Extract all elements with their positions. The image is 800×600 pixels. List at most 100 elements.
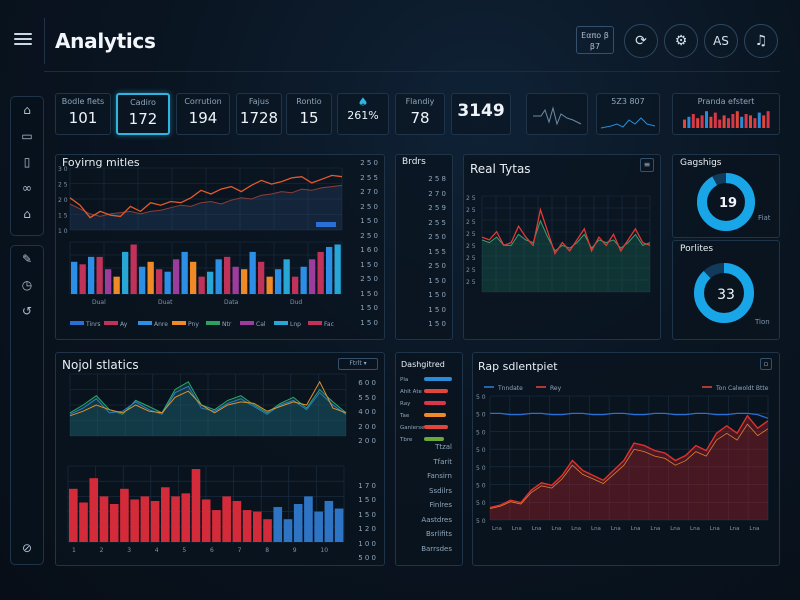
kpi-label: Rontio (296, 97, 322, 106)
kpi-card-2[interactable]: Cadiro 172 (116, 93, 170, 135)
menu-icon[interactable] (14, 33, 32, 45)
legend-swatch (70, 321, 84, 325)
bar (105, 269, 112, 294)
kpi-mini-bar (718, 119, 722, 128)
legend-label: Lnp (290, 321, 301, 328)
refresh-icon[interactable]: ⟳ (624, 24, 658, 58)
bookmark-icon[interactable]: ⌂ (11, 201, 43, 227)
kpi-sparkline-1[interactable] (526, 93, 588, 135)
kpi-mini-bar (757, 112, 761, 128)
bar (258, 261, 265, 294)
bar (232, 500, 242, 542)
bar (161, 487, 170, 542)
avatar[interactable]: AS (704, 24, 738, 58)
bar (181, 251, 188, 294)
kpi-card-8[interactable]: 3149 (451, 93, 511, 135)
kpi-card-4[interactable]: Fajus 1728 (236, 93, 282, 135)
chart-bottom-left-bars: 1 2 3 4 5 6 7 8 9 10 (67, 465, 345, 554)
settings-gear-icon[interactable]: ⚙ (664, 24, 698, 58)
bar (130, 244, 137, 294)
x-tick: 6 (210, 547, 214, 554)
legend-swatch (206, 321, 220, 325)
kpi-mini-bar (753, 118, 757, 128)
kpi-card-1[interactable]: Bodle flets 101 (55, 93, 111, 135)
kpi-bars[interactable]: Pranda efstert (672, 93, 780, 135)
bottom-left-filter-button[interactable]: Ftrlt ▾ (338, 358, 378, 370)
bar (253, 511, 262, 542)
legend-label: Ntr (222, 321, 232, 328)
kpi-card-3[interactable]: Corrution 194 (176, 93, 230, 135)
x-tick: Lna (591, 526, 601, 532)
link-icon[interactable]: ∞ (11, 175, 43, 201)
real-time-menu-icon[interactable]: ≡ (640, 158, 654, 172)
chart-icon[interactable]: ↺ (11, 298, 43, 324)
hbar (424, 401, 446, 405)
bar (164, 271, 171, 294)
x-tick: Dual (92, 299, 106, 306)
bar (96, 256, 103, 294)
bar (273, 507, 283, 542)
kpi-mini-bar (740, 116, 744, 128)
bar (181, 493, 191, 542)
bar (242, 510, 252, 542)
kpi-card-5[interactable]: Rontio 15 (286, 93, 332, 135)
legend-label: Rey (550, 385, 562, 392)
y-tick: 5 0 (476, 429, 486, 436)
hbar (424, 377, 452, 381)
panel-bottom-middle-title: Dashgitred (401, 360, 445, 369)
bar (309, 259, 316, 294)
kpi-mini-bar (696, 118, 700, 128)
bar (139, 266, 146, 294)
headphones-icon[interactable]: ♫ (744, 24, 778, 58)
panel-bottom-right-title: Rap sdlentpiet (478, 360, 558, 373)
panel-bottom-left-title: Nojol stlatics (62, 358, 139, 372)
x-tick: Lna (730, 526, 740, 532)
chart-bottom-middle-hbars: PlaAhlt AteRayTaeGanlerseTbre (399, 377, 452, 443)
logout-icon[interactable]: ⊘ (11, 535, 43, 561)
x-tick: 8 (265, 547, 269, 554)
top-middle-values: 2 5 82 7 02 5 92 5 52 5 01 5 52 5 01 5 0… (428, 175, 446, 328)
panel-real-time-title: Real Tytas (470, 162, 531, 176)
legend-swatch (104, 321, 118, 325)
kpi-label: Flandiy (405, 97, 435, 106)
home-icon[interactable]: ⌂ (11, 97, 43, 123)
kpi-value: 172 (128, 110, 158, 128)
x-tick: Lna (571, 526, 581, 532)
y-tick: 2 5 (466, 195, 476, 202)
sparkline-1 (533, 106, 582, 126)
edit-icon[interactable]: ✎ (11, 246, 43, 272)
chart-top-left-line: 3 0 2 5 2 0 1 5 1 0 (58, 166, 343, 235)
folder-icon[interactable]: ▭ (11, 123, 43, 149)
kpi-card-6[interactable]: ♠ 261% (337, 93, 389, 135)
kpi-sparkline-2[interactable]: 5Z3 807 (596, 93, 660, 135)
bar (324, 500, 334, 542)
y-tick: 5 0 (476, 483, 486, 490)
x-tick: Lna (631, 526, 641, 532)
x-tick: 2 (100, 547, 104, 554)
clock-icon[interactable]: ◷ (11, 272, 43, 298)
bottom-right-menu-icon[interactable]: ▫ (760, 358, 772, 370)
y-tick: 2 5 (58, 182, 68, 189)
y-tick: 2 5 (466, 207, 476, 214)
x-tick: Lna (690, 526, 700, 532)
bar (222, 496, 231, 542)
document-icon[interactable]: ▯ (11, 149, 43, 175)
bar (113, 276, 120, 294)
bar (314, 511, 323, 542)
chart-bottom-right: 5 0 5 0 5 0 5 0 5 0 5 0 5 0 5 0 Lna Lna Lna Lna Lna L… (476, 394, 769, 532)
bar (122, 251, 129, 294)
y-tick: 2 5 (466, 267, 476, 274)
x-tick: 5 (182, 547, 186, 554)
x-tick: Lna (710, 526, 720, 532)
x-tick: Lna (611, 526, 621, 532)
bar (293, 504, 303, 542)
y-tick: 2 5 (466, 231, 476, 238)
x-tick: Dud (290, 299, 302, 306)
x-tick: Lna (749, 526, 759, 532)
kpi-card-7[interactable]: Flandiy 78 (395, 93, 445, 135)
y-tick: 2 5 (466, 279, 476, 286)
gauge-2-value: 33 (717, 287, 735, 303)
kpi-label: Fajus (248, 97, 270, 106)
bar (212, 510, 221, 542)
header-badge[interactable]: Eαπο β β7 (576, 26, 614, 54)
